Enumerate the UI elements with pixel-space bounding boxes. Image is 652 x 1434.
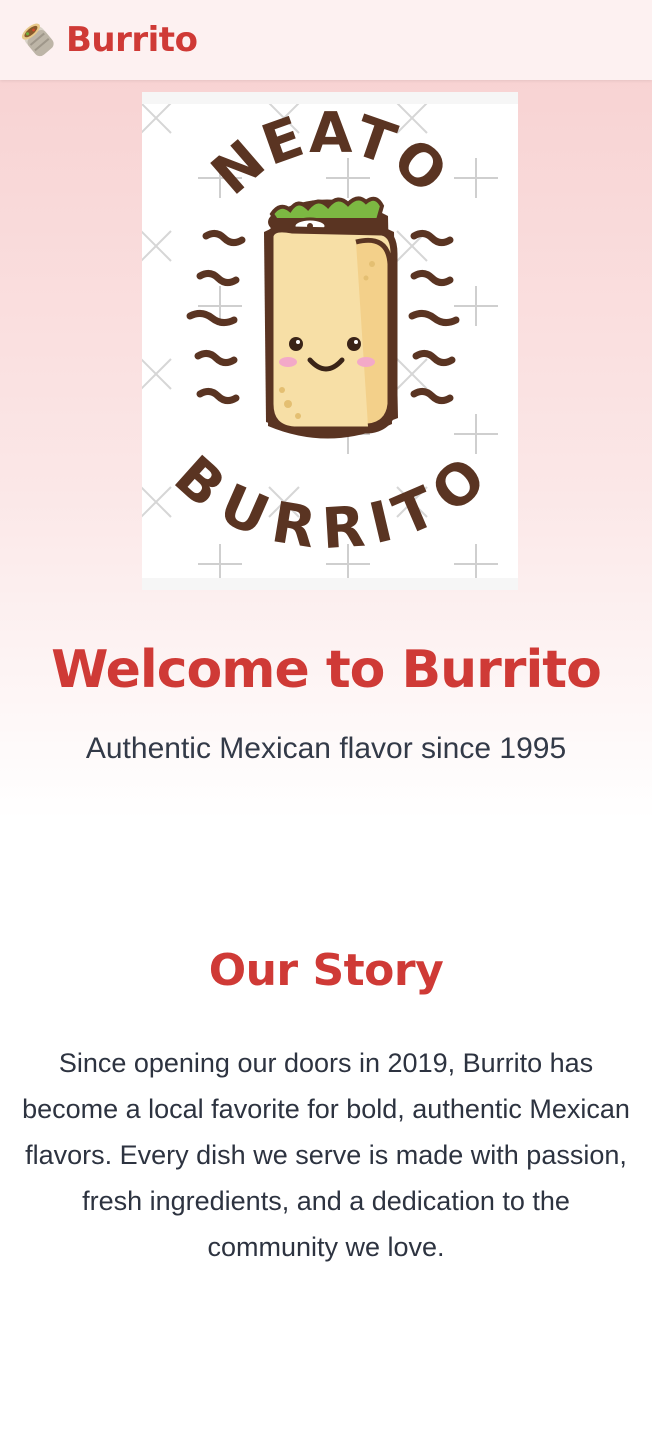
svg-text:BURRITO: BURRITO	[162, 444, 500, 562]
hero-subtitle: Authentic Mexican flavor since 1995	[85, 732, 567, 765]
burrito-emoji-icon	[18, 20, 58, 60]
brand-name[interactable]: Burrito	[66, 20, 198, 60]
svg-text:NEATO: NEATO	[200, 104, 461, 208]
hero-title: Welcome to Burrito	[51, 640, 602, 700]
story-body: Since opening our doors in 2019, Burrito…	[22, 1048, 630, 1262]
hero-section: NEATO BURRITO Welcome to Burrito Authent…	[0, 80, 652, 820]
hero-image-frame: NEATO BURRITO	[140, 92, 518, 590]
burrito-character	[264, 196, 398, 439]
story-title: Our Story	[208, 945, 444, 996]
site-header: Burrito	[0, 0, 652, 80]
neato-burrito-illustration: NEATO BURRITO	[140, 101, 518, 585]
